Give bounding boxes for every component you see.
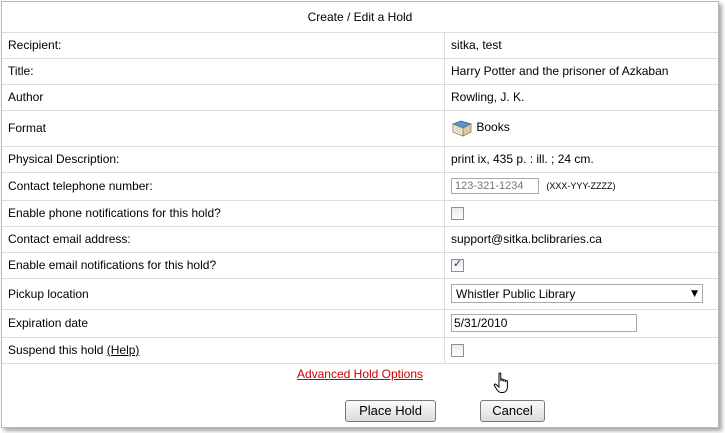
title-value: Harry Potter and the prisoner of Azkaban	[444, 58, 718, 85]
email-notify-checkbox[interactable]	[451, 257, 464, 273]
row-email: Contact email address: support@sitka.bcl…	[2, 226, 718, 253]
cancel-button[interactable]: Cancel	[480, 400, 545, 422]
place-hold-button[interactable]: Place Hold	[345, 400, 436, 422]
suspend-help-link[interactable]: (Help)	[107, 343, 140, 357]
dialog-title: Create / Edit a Hold	[2, 2, 718, 33]
suspend-checkbox[interactable]	[451, 344, 464, 358]
row-expiration: Expiration date	[2, 309, 718, 338]
book-icon	[451, 120, 473, 137]
expiration-date-input[interactable]	[451, 314, 637, 332]
suspend-label-cell: Suspend this hold (Help)	[2, 337, 445, 364]
row-phone-notify: Enable phone notifications for this hold…	[2, 200, 718, 227]
pickup-cell: Whistler Public Library ▼	[444, 278, 718, 310]
row-title: Title: Harry Potter and the prisoner of …	[2, 58, 718, 85]
format-value-cell: Books	[444, 110, 718, 147]
phone-cell: (XXX-YYY-ZZZZ)	[444, 172, 718, 201]
phone-notify-checkbox[interactable]	[451, 207, 464, 221]
suspend-cell	[444, 337, 718, 364]
phone-notify-label: Enable phone notifications for this hold…	[2, 200, 445, 227]
recipient-value: sitka, test	[444, 32, 718, 59]
pickup-label: Pickup location	[2, 278, 445, 310]
chevron-down-icon: ▼	[691, 289, 698, 299]
suspend-label: Suspend this hold	[8, 343, 104, 357]
expiration-label: Expiration date	[2, 309, 445, 338]
phone-notify-cell	[444, 200, 718, 227]
phone-format-hint: (XXX-YYY-ZZZZ)	[546, 181, 616, 191]
hand-pointer-icon	[493, 372, 508, 393]
hold-dialog: Create / Edit a Hold Recipient: sitka, t…	[1, 1, 719, 428]
author-label: Author	[2, 84, 445, 111]
physical-value: print ix, 435 p. : ill. ; 24 cm.	[444, 146, 718, 173]
expiration-cell	[444, 309, 718, 338]
row-pickup: Pickup location Whistler Public Library …	[2, 278, 718, 310]
row-format: Format Books	[2, 110, 718, 147]
row-author: Author Rowling, J. K.	[2, 84, 718, 111]
advanced-hold-options-link[interactable]: Advanced Hold Options	[297, 367, 423, 381]
recipient-label: Recipient:	[2, 32, 445, 59]
phone-label: Contact telephone number:	[2, 172, 445, 201]
format-label: Format	[2, 110, 445, 147]
title-label: Title:	[2, 58, 445, 85]
email-notify-label: Enable email notifications for this hold…	[2, 252, 445, 279]
row-phone: Contact telephone number: (XXX-YYY-ZZZZ)	[2, 172, 718, 201]
pickup-selected-value: Whistler Public Library	[456, 287, 576, 301]
hold-form-table: Recipient: sitka, test Title: Harry Pott…	[2, 32, 718, 364]
row-recipient: Recipient: sitka, test	[2, 32, 718, 59]
author-value: Rowling, J. K.	[444, 84, 718, 111]
physical-label: Physical Description:	[2, 146, 445, 173]
format-value: Books	[476, 120, 510, 135]
row-suspend: Suspend this hold (Help)	[2, 337, 718, 364]
phone-input[interactable]	[451, 178, 539, 194]
email-label: Contact email address:	[2, 226, 445, 253]
advanced-options-row: Advanced Hold Options	[2, 367, 718, 381]
row-email-notify: Enable email notifications for this hold…	[2, 252, 718, 279]
email-notify-cell	[444, 252, 718, 279]
email-value: support@sitka.bclibraries.ca	[444, 226, 718, 253]
row-physical: Physical Description: print ix, 435 p. :…	[2, 146, 718, 173]
pickup-location-select[interactable]: Whistler Public Library ▼	[451, 284, 703, 303]
